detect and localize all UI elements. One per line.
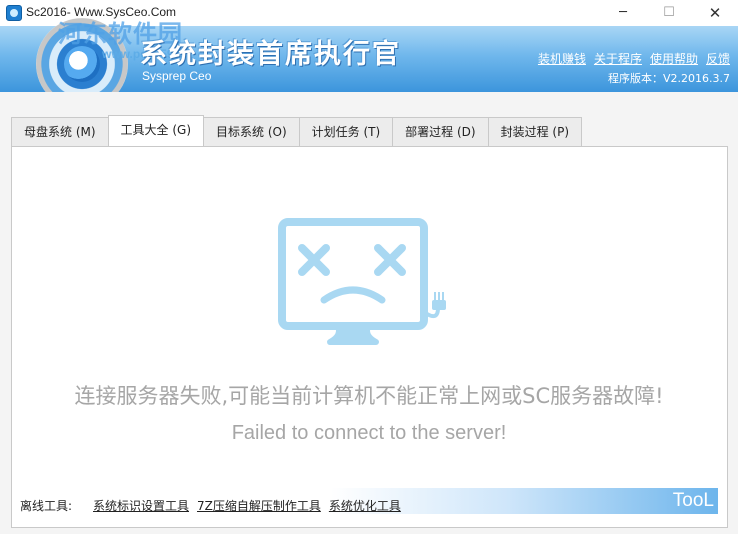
about-link[interactable]: 关于程序	[594, 50, 642, 67]
tab-package-process[interactable]: 封装过程 (P)	[487, 117, 583, 146]
app-icon	[6, 5, 22, 21]
close-button[interactable]: ✕	[692, 0, 738, 26]
system-id-tool-link[interactable]: 系统标识设置工具	[93, 497, 189, 514]
tab-target-system[interactable]: 目标系统 (O)	[203, 117, 300, 146]
tool-badge: TooL	[672, 490, 714, 511]
app-subtitle: Sysprep Ceo	[142, 69, 212, 83]
help-link[interactable]: 使用帮助	[650, 50, 698, 67]
header-banner: 河东软件园 www.pc0359.cn 系统封装首席执行官 Sysprep Ce…	[0, 18, 738, 110]
error-message-en: Failed to connect to the server!	[231, 422, 507, 444]
feedback-link[interactable]: 反馈	[706, 50, 730, 67]
tab-bar: 母盘系统 (M) 工具大全 (G) 目标系统 (O) 计划任务 (T) 部署过程…	[11, 115, 583, 146]
tab-tools[interactable]: 工具大全 (G)	[107, 115, 205, 146]
offline-tools-label: 离线工具:	[20, 499, 73, 513]
earn-money-link[interactable]: 装机赚钱	[538, 50, 586, 67]
system-optimize-tool-link[interactable]: 系统优化工具	[329, 497, 401, 514]
version-info: 程序版本：V2.2016.3.7	[608, 70, 730, 86]
version-label: 程序版本：	[607, 72, 663, 85]
tab-scheduled-tasks[interactable]: 计划任务 (T)	[298, 117, 394, 146]
error-message-cn: 连接服务器失败,可能当前计算机不能正常上网或SC服务器故障!	[74, 384, 664, 408]
tab-deploy-process[interactable]: 部署过程 (D)	[392, 117, 489, 146]
7z-sfx-tool-link[interactable]: 7Z压缩自解压制作工具	[197, 497, 321, 514]
app-name: 系统封装首席执行官	[140, 39, 401, 70]
tab-master-system[interactable]: 母盘系统 (M)	[11, 117, 109, 146]
version-value: V2.2016.3.7	[662, 72, 730, 85]
logo-icon	[64, 46, 100, 82]
broken-monitor-icon	[278, 218, 446, 345]
header-links: 装机赚钱 关于程序 使用帮助 反馈	[538, 50, 730, 67]
maximize-button[interactable]: ☐	[646, 0, 692, 26]
offline-tools-links: 系统标识设置工具 7Z压缩自解压制作工具 系统优化工具	[93, 497, 401, 514]
minimize-button[interactable]: ─	[600, 0, 646, 26]
